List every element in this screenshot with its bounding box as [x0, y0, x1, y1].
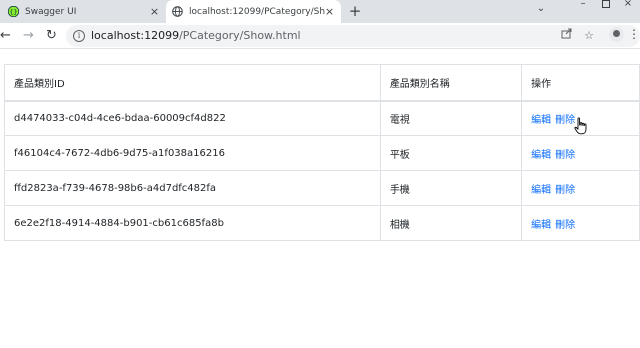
header-category-id: 產品類別ID	[4, 64, 381, 102]
header-actions: 操作	[521, 64, 640, 102]
table-row: f46104c4-7672-4db6-9d75-a1f038a16216 平板 …	[4, 135, 640, 171]
tab-pcategory[interactable]: localhost:12099/PCategory/Sh ×	[166, 0, 341, 23]
table-header-row: 產品類別ID 產品類別名稱 操作	[4, 64, 640, 102]
cell-category-id: f46104c4-7672-4db6-9d75-a1f038a16216	[4, 135, 381, 171]
tab-title: localhost:12099/PCategory/Sh	[189, 6, 326, 17]
url-path: /PCategory/Show.html	[179, 29, 301, 42]
table-row: d4474033-c04d-4ce6-bdaa-60009cf4d822 電視 …	[4, 100, 640, 136]
new-tab-button[interactable]: +	[347, 3, 363, 19]
cell-category-id: ffd2823a-f739-4678-98b6-a4d7dfc482fa	[4, 170, 381, 206]
maximize-icon[interactable]	[596, 0, 616, 10]
table-row: 6e2e2f18-4914-4884-b901-cb61c685fa8b 相機 …	[4, 205, 640, 241]
cell-category-id: d4474033-c04d-4ce6-bdaa-60009cf4d822	[4, 100, 381, 136]
svg-text:{}: {}	[9, 8, 17, 16]
cell-actions: 編輯 刪除	[521, 205, 640, 241]
cell-category-id: 6e2e2f18-4914-4884-b901-cb61c685fa8b	[4, 205, 381, 241]
delete-link[interactable]: 刪除	[555, 220, 575, 231]
edit-link[interactable]: 編輯	[531, 220, 551, 231]
swagger-icon: {}	[8, 6, 19, 17]
cell-actions: 編輯 刪除	[521, 135, 640, 171]
window-close-icon[interactable]: ×	[618, 0, 638, 9]
tab-title: Swagger UI	[25, 6, 77, 17]
table-row: ffd2823a-f739-4678-98b6-a4d7dfc482fa 手機 …	[4, 170, 640, 206]
close-icon[interactable]: ×	[324, 6, 335, 17]
delete-link[interactable]: 刪除	[555, 185, 575, 196]
minimize-icon[interactable]: –	[573, 0, 593, 9]
edit-link[interactable]: 編輯	[531, 185, 551, 196]
back-arrow-icon[interactable]: ←	[0, 27, 14, 44]
browser-toolbar: ← → ↻ i localhost:12099/PCategory/Show.h…	[0, 23, 640, 49]
avatar[interactable]	[609, 27, 624, 42]
header-category-name: 產品類別名稱	[379, 64, 523, 102]
cell-category-name: 平板	[379, 135, 523, 171]
edit-link[interactable]: 編輯	[531, 150, 551, 161]
address-bar[interactable]: i localhost:12099/PCategory/Show.html ☆	[66, 25, 640, 47]
tab-strip: {} Swagger UI × localhost:12099/PCategor…	[0, 0, 640, 23]
edit-link[interactable]: 編輯	[531, 115, 551, 126]
tab-swagger-ui[interactable]: {} Swagger UI ×	[2, 0, 166, 23]
info-icon[interactable]: i	[73, 30, 85, 42]
forward-arrow-icon[interactable]: →	[20, 27, 37, 44]
more-menu-icon[interactable]: ⋮	[628, 26, 640, 42]
cell-actions: 編輯 刪除	[521, 170, 640, 206]
close-icon[interactable]: ×	[149, 6, 160, 17]
url-text[interactable]: localhost:12099/PCategory/Show.html	[91, 29, 301, 42]
delete-link[interactable]: 刪除	[555, 115, 575, 126]
star-icon[interactable]: ☆	[581, 28, 597, 44]
cell-category-name: 電視	[379, 100, 523, 136]
cell-category-name: 相機	[379, 205, 523, 241]
hand-cursor-icon	[574, 117, 588, 135]
share-icon[interactable]	[558, 28, 574, 44]
delete-link[interactable]: 刪除	[555, 150, 575, 161]
url-host: localhost:12099	[91, 29, 180, 42]
reload-icon[interactable]: ↻	[43, 27, 60, 44]
page-content: 產品類別ID 產品類別名稱 操作 d4474033-c04d-4ce6-bdaa…	[0, 49, 640, 348]
category-table: 產品類別ID 產品類別名稱 操作 d4474033-c04d-4ce6-bdaa…	[4, 64, 640, 241]
chevron-down-icon[interactable]: ⌄	[531, 4, 551, 14]
globe-icon	[172, 6, 183, 17]
cell-category-name: 手機	[379, 170, 523, 206]
